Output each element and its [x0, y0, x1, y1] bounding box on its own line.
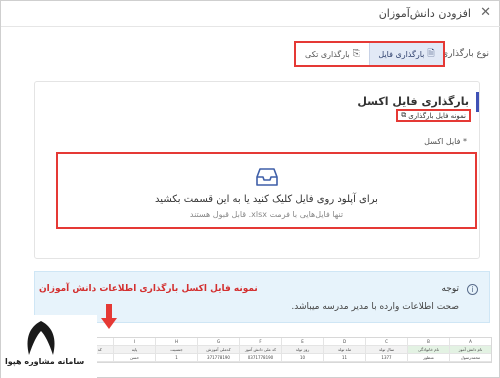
column-letter: I [113, 338, 155, 345]
data-cell: 11 [323, 354, 365, 361]
data-cell: 371778190 [197, 354, 239, 361]
close-icon[interactable]: ✕ [480, 5, 491, 20]
sample-link-label: نمونه فایل بارگذاری [408, 111, 466, 120]
inbox-icon [255, 168, 278, 186]
header-cell: پایه [113, 346, 155, 353]
header-cell: سال تولد [365, 346, 407, 353]
sample-file-link[interactable]: نمونه فایل بارگذاری ⧉ [396, 109, 471, 122]
required-mark: * [463, 137, 467, 146]
file-dropzone[interactable]: برای آپلود روی فایل کلیک کنید یا به این … [56, 152, 477, 229]
column-letter: H [155, 338, 197, 345]
excel-file-label: * فایل اکسل [424, 137, 467, 146]
column-letter: A [449, 338, 491, 345]
header-cell: جنسیت [155, 346, 197, 353]
single-upload-tab[interactable]: ⎘ بارگذاری تکی [296, 43, 369, 65]
column-letter: D [323, 338, 365, 345]
excel-label-text: فایل اکسل [424, 137, 461, 146]
column-letter: E [281, 338, 323, 345]
dropzone-main-text: برای آپلود روی فایل کلیک کنید یا به این … [155, 194, 378, 205]
file-icon: 🗎 [427, 49, 435, 59]
file-upload-label: بارگذاری فایل [378, 49, 425, 59]
upload-type-label: نوع بارگذاری: [438, 49, 489, 59]
header-cell: روز تولد [281, 346, 323, 353]
info-title: توجه [441, 284, 459, 294]
dialog-title: افزودن دانش‌آموزان [378, 7, 471, 20]
column-letter: C [365, 338, 407, 345]
single-upload-label: بارگذاری تکی [305, 49, 350, 59]
external-link-icon: ⧉ [401, 111, 407, 119]
data-cell: 1377 [365, 354, 407, 361]
brand-logo-icon [27, 321, 55, 355]
data-cell: محمدرسول [449, 354, 491, 361]
dialog-header: ✕ افزودن دانش‌آموزان [1, 1, 500, 27]
single-user-icon: ⎘ [352, 49, 360, 59]
header-cell: نام دانش آموز [449, 346, 491, 353]
data-cell: 0371778190 [239, 354, 281, 361]
column-letter: B [407, 338, 449, 345]
file-upload-tab[interactable]: 🗎 بارگذاری فایل [369, 43, 443, 65]
column-letter: F [239, 338, 281, 345]
data-cell: 10 [281, 354, 323, 361]
header-cell: نام خانوادگی [407, 346, 449, 353]
header-cell: ماه تولد [323, 346, 365, 353]
add-students-dialog: ✕ افزودن دانش‌آموزان نوع بارگذاری: 🗎 بار… [0, 0, 500, 378]
data-cell: منظور [407, 354, 449, 361]
data-cell: 1 [155, 354, 197, 361]
column-letter: G [197, 338, 239, 345]
data-cell: حسن [113, 354, 155, 361]
overlay-caption: نمونه فایل اکسل بارگذاری اطلاعات دانش آم… [39, 284, 258, 294]
down-arrow-icon [101, 304, 117, 329]
header-cell: کدملی آموزش [197, 346, 239, 353]
info-icon: i [467, 284, 478, 295]
header-cell: کد ملی دانش آموز [239, 346, 281, 353]
info-text: صحت اطلاعات وارده با مدیر مدرسه میباشد. [291, 302, 459, 312]
dropzone-sub-text: تنها فایل‌هایی با فرمت xlsx. قابل قبول ه… [189, 210, 344, 219]
brand-name: سامانه مشاوره هپوا [5, 357, 85, 366]
card-title: بارگذاری فایل اکسل [357, 95, 469, 108]
excel-upload-card: بارگذاری فایل اکسل نمونه فایل بارگذاری ⧉… [34, 81, 480, 259]
card-accent-bar [476, 92, 479, 112]
upload-type-toggle: 🗎 بارگذاری فایل ⎘ بارگذاری تکی [294, 41, 445, 67]
